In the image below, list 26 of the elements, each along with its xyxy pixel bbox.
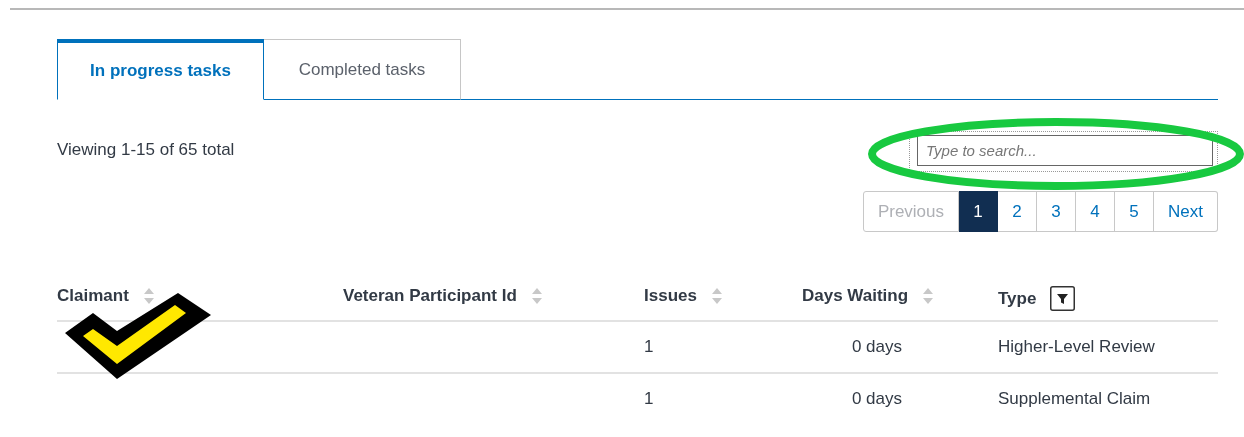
table-cell-text: Supplemental Claim [998, 389, 1152, 409]
results-summary: Viewing 1-15 of 65 total [57, 140, 235, 161]
table-cell-text: Higher-Level Review [998, 337, 1156, 357]
tab[interactable]: Completed tasks [264, 39, 461, 100]
column-header: Veteran Participant Id [343, 286, 517, 306]
filter-icon[interactable] [1050, 286, 1076, 311]
table-cell-text: 1 [644, 389, 655, 409]
column-header: Days Waiting [802, 286, 909, 306]
tab[interactable]: In progress tasks [57, 39, 264, 100]
page-button[interactable]: 3 [1037, 191, 1077, 232]
next-button[interactable]: Next [1154, 191, 1218, 232]
sort-icon[interactable] [922, 287, 935, 305]
sort-icon[interactable] [530, 287, 543, 305]
table-cell: 0 days [851, 389, 902, 409]
column-header: Type [998, 288, 1037, 309]
page-button[interactable]: 5 [1115, 191, 1155, 232]
page-button[interactable]: 4 [1076, 191, 1116, 232]
search-field[interactable]: Type to search... [917, 135, 1213, 166]
sort-icon[interactable] [710, 287, 723, 305]
column-header: Issues [644, 286, 697, 306]
table-cell: 0 days [851, 337, 902, 357]
page-button[interactable]: 2 [998, 191, 1038, 232]
page-button[interactable]: 1 [959, 191, 999, 232]
sort-icon[interactable] [142, 287, 155, 305]
column-header: Claimant [57, 286, 129, 306]
table-cell-text: 1 [644, 337, 655, 357]
